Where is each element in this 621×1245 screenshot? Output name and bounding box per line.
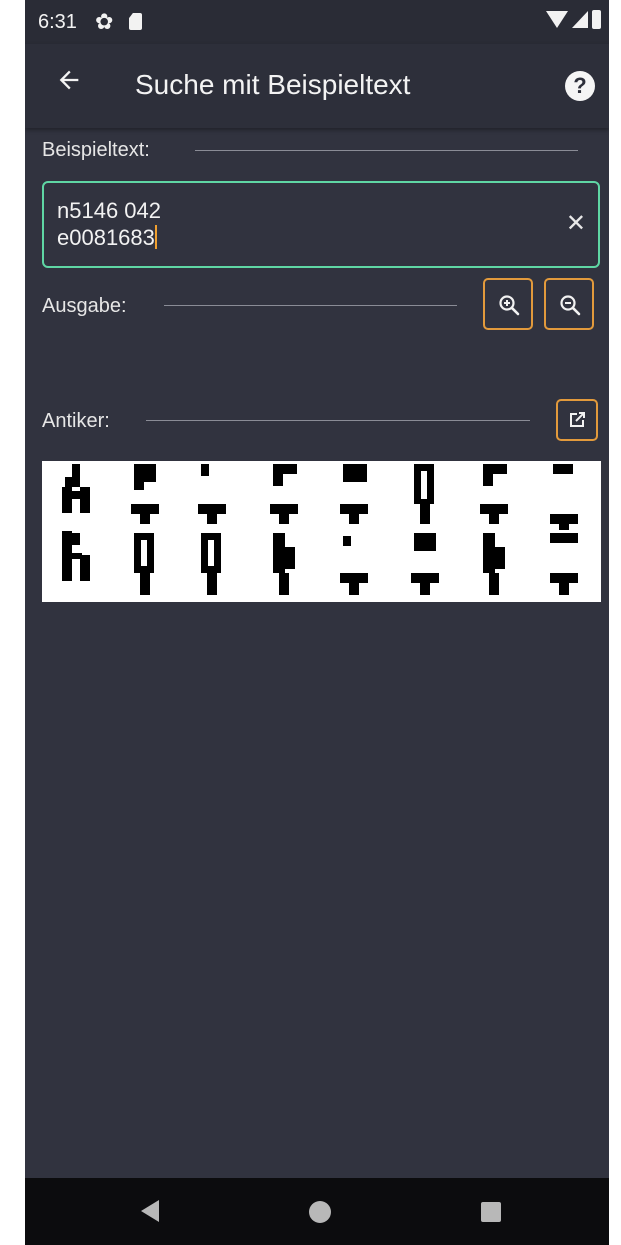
nav-back-icon[interactable]	[139, 1198, 161, 1224]
gear-icon: ✿	[95, 9, 114, 34]
clear-icon[interactable]: ✕	[566, 209, 586, 238]
section-divider	[195, 150, 578, 151]
status-bar: 6:31 ✿	[25, 0, 609, 44]
sd-card-icon	[129, 13, 142, 30]
zoom-in-button[interactable]	[483, 278, 533, 330]
page-title: Suche mit Beispieltext	[135, 69, 411, 100]
phone-screen: 6:31 ✿ Suche mit Beispieltext ? Beispiel…	[25, 0, 609, 1245]
status-indicators	[546, 10, 601, 29]
battery-icon	[592, 10, 601, 29]
glyph-rendering	[62, 464, 578, 595]
arrow-left-icon[interactable]	[55, 66, 83, 94]
nav-home-icon[interactable]	[309, 1201, 331, 1223]
open-external-icon	[570, 412, 585, 427]
section-divider	[164, 305, 457, 306]
app-toolbar: Suche mit Beispieltext ?	[25, 44, 609, 128]
signal-icon	[572, 11, 588, 28]
output-label: Ausgabe:	[42, 295, 127, 317]
example-text-value: n5146 042 e0081683	[57, 198, 161, 250]
antiker-label: Antiker:	[42, 410, 110, 432]
zoom-out-button[interactable]	[544, 278, 594, 330]
font-output-panel	[42, 461, 601, 602]
system-nav-bar	[25, 1178, 609, 1245]
status-time: 6:31	[38, 11, 77, 33]
example-text-label: Beispieltext:	[42, 139, 150, 161]
wifi-icon	[546, 11, 568, 28]
open-external-button[interactable]	[556, 399, 598, 441]
zoom-in-icon	[499, 295, 520, 316]
help-circle-icon[interactable]: ?	[565, 71, 595, 101]
nav-recent-icon[interactable]	[481, 1202, 501, 1222]
text-cursor	[154, 225, 157, 249]
section-divider	[146, 420, 530, 421]
example-text-input[interactable]: n5146 042 e0081683 ✕	[42, 181, 600, 268]
zoom-out-icon	[560, 295, 581, 316]
